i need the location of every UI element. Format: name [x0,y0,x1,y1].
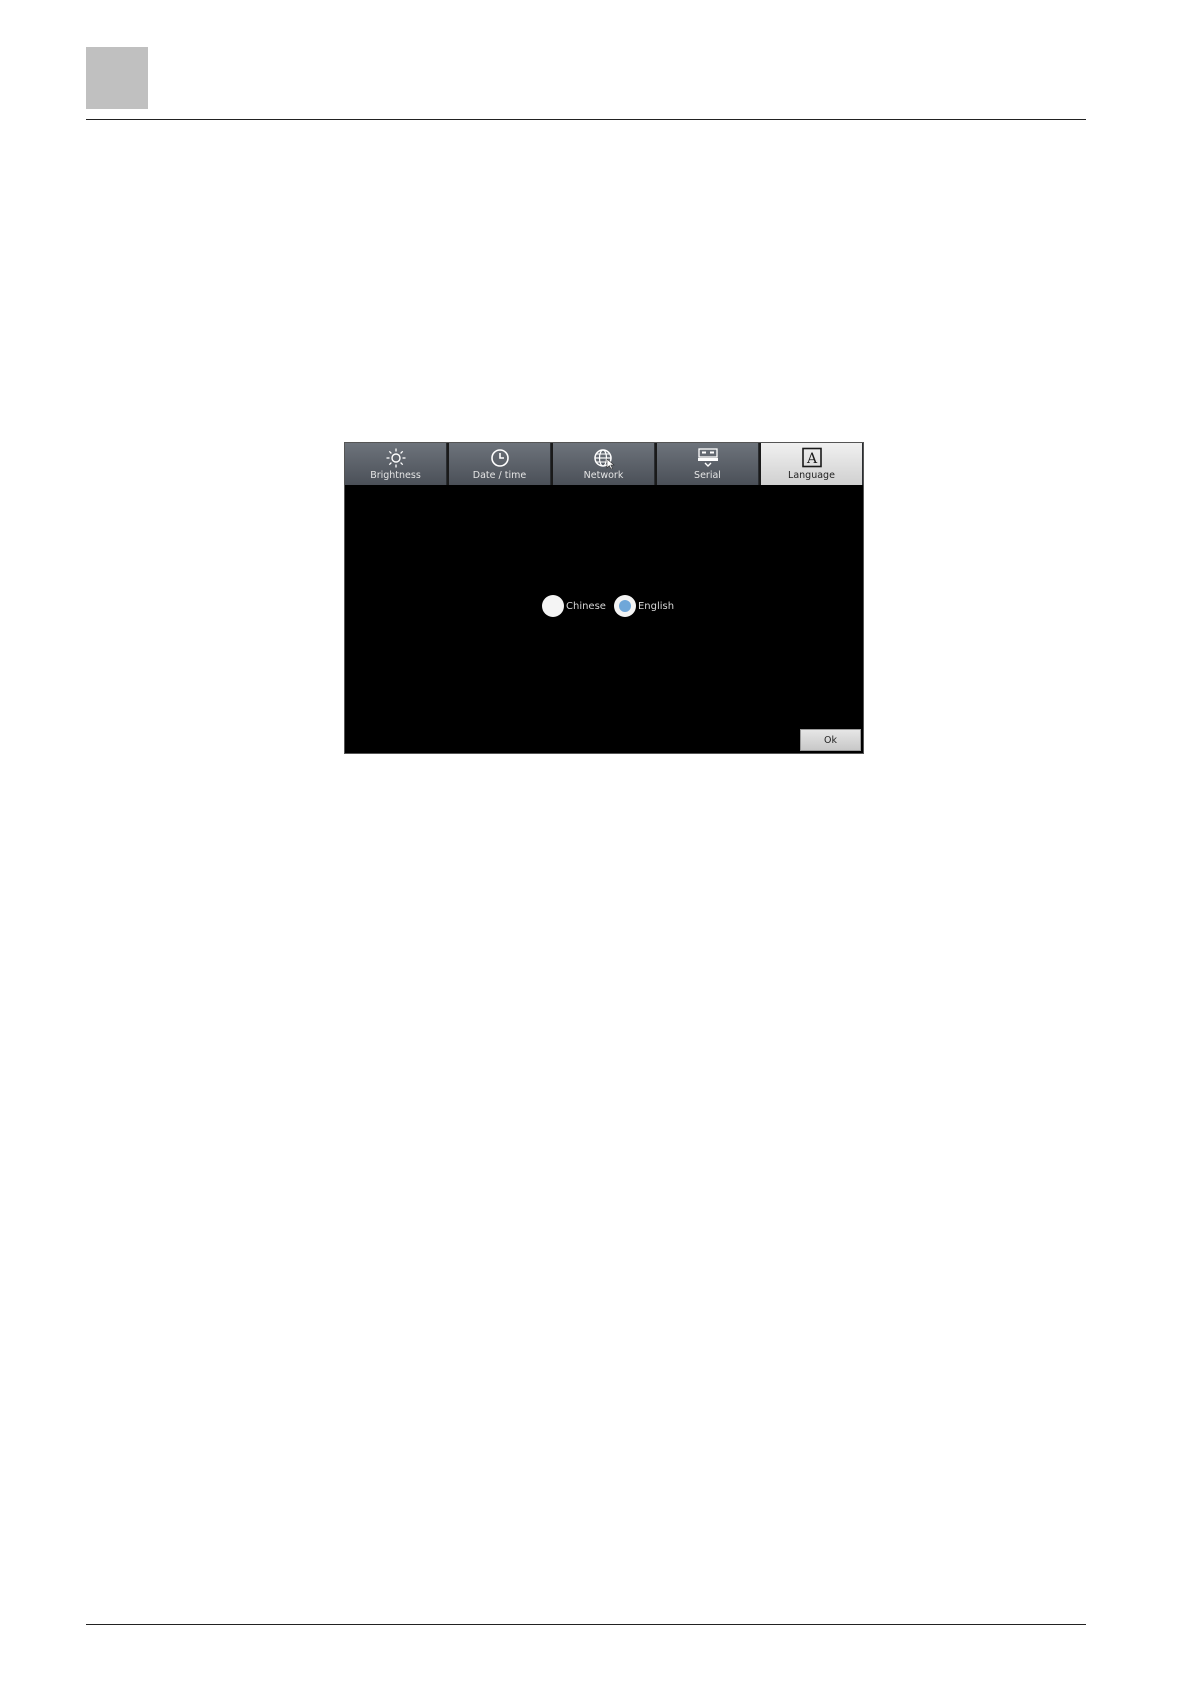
tab-network[interactable]: Network [553,443,655,485]
page-corner-marker [86,47,148,109]
svg-text:A: A [805,451,817,467]
header-rule [86,119,1086,120]
language-option-chinese[interactable]: Chinese [542,595,614,617]
radio-button-chinese[interactable] [542,595,564,617]
brightness-icon [386,448,405,468]
clock-icon [490,449,509,467]
tab-date-time[interactable]: Date / time [449,443,551,485]
settings-tab-bar: Brightness Date / time Network Serial A … [345,443,863,485]
tab-brightness[interactable]: Brightness [345,443,447,485]
ok-button[interactable]: Ok [800,729,861,751]
tab-date-time-label: Date / time [472,470,527,481]
language-option-label: Chinese [566,600,606,612]
tab-network-label: Network [583,470,624,481]
radio-button-english[interactable] [613,595,636,617]
serial-port-icon [697,448,718,467]
footer-rule [86,1624,1086,1625]
tab-serial-label: Serial [694,470,721,481]
language-option-english[interactable]: English [613,595,682,617]
tab-language-label: Language [788,470,835,481]
language-a-icon: A [801,447,822,468]
tab-brightness-label: Brightness [370,470,421,481]
globe-icon [593,449,615,469]
language-radio-group: Chinese English [542,595,682,617]
tab-language[interactable]: A Language [761,443,863,485]
device-settings-screen: Brightness Date / time Network Serial A … [344,442,864,754]
language-option-label: English [637,600,675,612]
tab-serial[interactable]: Serial [657,443,759,485]
